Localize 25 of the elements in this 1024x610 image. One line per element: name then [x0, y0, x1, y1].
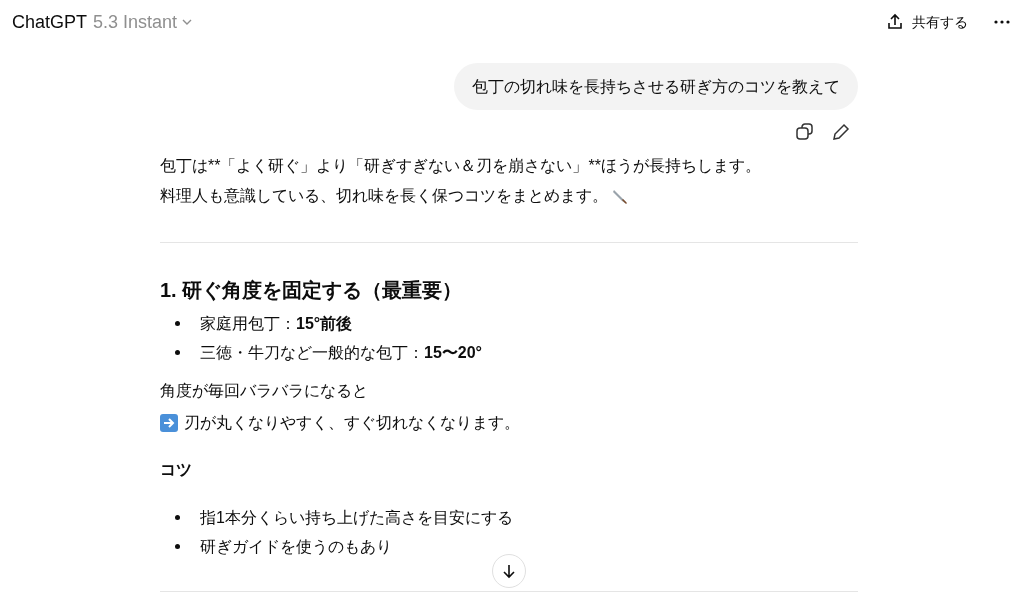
arrow-right-icon — [160, 414, 178, 432]
paragraph: 角度が毎回バラバラになると — [160, 381, 369, 401]
share-button[interactable]: 共有する — [886, 11, 968, 33]
list-item: 三徳・牛刀など一般的な包丁：15〜20° — [200, 342, 482, 363]
copy-icon[interactable] — [796, 123, 814, 141]
scroll-down-button[interactable] — [492, 554, 526, 588]
bullet-icon — [175, 544, 180, 549]
knife-icon — [612, 188, 628, 204]
share-icon — [886, 13, 904, 31]
list-item: 研ぎガイドを使うのもあり — [200, 536, 392, 557]
arrow-down-icon — [501, 563, 517, 579]
more-icon[interactable] — [994, 20, 1010, 24]
paragraph: 料理人も意識している、切れ味を長く保つコツをまとめます。 — [160, 186, 608, 206]
user-message-bubble: 包丁の切れ味を長持ちさせる研ぎ方のコツを教えて — [454, 63, 858, 110]
edit-icon[interactable] — [832, 123, 850, 141]
paragraph: 刃が丸くなりやすく、すぐ切れなくなります。 — [184, 413, 520, 433]
app-title: ChatGPT — [12, 10, 88, 34]
list-item: 家庭用包丁：15°前後 — [200, 313, 353, 334]
paragraph: 包丁は**「よく研ぐ」より「研ぎすぎない＆刃を崩さない」**ほうが長持ちします。 — [160, 156, 762, 176]
list-item: 指1本分くらい持ち上げた高さを目安にする — [200, 507, 513, 528]
section-heading: 1. 研ぐ角度を固定する（最重要） — [160, 278, 464, 303]
bullet-icon — [175, 321, 180, 326]
bullet-icon — [175, 515, 180, 520]
bullet-icon — [175, 350, 180, 355]
subheading: コツ — [160, 460, 193, 480]
